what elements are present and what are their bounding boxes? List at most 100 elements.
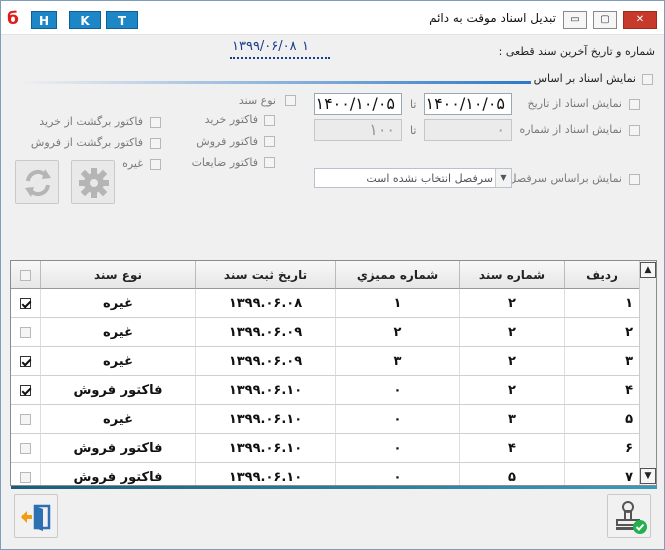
hotkey-t-button[interactable]: T: [106, 11, 138, 29]
waste-invoice-label: فاکتور ضایعات: [191, 156, 258, 169]
table-cell-doc-no[interactable]: ۵: [460, 463, 565, 485]
sales-return-checkbox[interactable]: [150, 138, 161, 149]
row-select-checkbox[interactable]: [20, 472, 31, 483]
table-cell-date[interactable]: ۱۳۹۹.۰۶.۰۸: [196, 289, 336, 318]
approve-stamp-button[interactable]: [607, 494, 651, 538]
table-cell-type[interactable]: فاکتور فروش: [41, 463, 196, 485]
chevron-down-icon[interactable]: ▼: [495, 169, 511, 187]
row-select-checkbox[interactable]: [20, 356, 31, 367]
last-doc-underline: [230, 57, 330, 59]
table-cell-select: [11, 376, 41, 405]
from-date-label: نمایش اسناد از تاریخ: [527, 97, 622, 110]
table-cell-type[interactable]: غیره: [41, 405, 196, 434]
scroll-up-icon[interactable]: ▲: [640, 262, 656, 278]
select-all-header: [11, 261, 41, 289]
hotkey-h-button[interactable]: H: [31, 11, 57, 29]
row-select-checkbox[interactable]: [20, 414, 31, 425]
doc-type-checkbox[interactable]: [285, 95, 296, 106]
header-filter-checkbox[interactable]: [629, 174, 640, 185]
row-select-checkbox[interactable]: [20, 298, 31, 309]
col-header-docno[interactable]: شماره سند: [460, 261, 565, 289]
table-cell-row[interactable]: ۵: [565, 405, 640, 434]
purchase-return-checkbox[interactable]: [150, 117, 161, 128]
refresh-button[interactable]: [15, 160, 59, 204]
table-cell-type[interactable]: فاکتور فروش: [41, 376, 196, 405]
table-cell-audit-no[interactable]: ۲: [336, 318, 460, 347]
table-cell-row[interactable]: ۴: [565, 376, 640, 405]
table-cell-doc-no[interactable]: ۲: [460, 347, 565, 376]
table-cell-doc-no[interactable]: ۲: [460, 376, 565, 405]
last-doc-date: ۱۳۹۹/۰۶/۰۸: [232, 39, 297, 54]
table-cell-date[interactable]: ۱۳۹۹.۰۶.۱۰: [196, 434, 336, 463]
table-cell-date[interactable]: ۱۳۹۹.۰۶.۱۰: [196, 376, 336, 405]
other-type-checkbox[interactable]: [150, 159, 161, 170]
col-header-date[interactable]: تاریخ ثبت سند: [196, 261, 336, 289]
from-number-checkbox[interactable]: [629, 125, 640, 136]
stamp-check-icon: [616, 501, 647, 534]
table-cell-doc-no[interactable]: ۳: [460, 405, 565, 434]
table-cell-type[interactable]: غیره: [41, 318, 196, 347]
exit-button[interactable]: [14, 494, 58, 538]
table-cell-select: [11, 405, 41, 434]
select-all-checkbox[interactable]: [20, 270, 31, 281]
number-to-label: تا: [410, 124, 417, 137]
date-to-input[interactable]: ۱۴۰۰/۱۰/۰۵: [314, 93, 402, 115]
purchase-return-label: فاکتور برگشت از خرید: [39, 115, 143, 128]
number-to-input[interactable]: ۱۰۰: [314, 119, 402, 141]
table-cell-audit-no[interactable]: ۰: [336, 463, 460, 485]
documents-table: نوع سند تاریخ ثبت سند شماره مميزي شماره …: [10, 260, 657, 486]
sales-invoice-label: فاکتور فروش: [196, 135, 258, 148]
header-select[interactable]: سرفصل انتخاب نشده است ▼: [314, 168, 512, 188]
table-cell-date[interactable]: ۱۳۹۹.۰۶.۱۰: [196, 463, 336, 485]
doc-type-label: نوع سند: [238, 94, 276, 107]
close-button[interactable]: ✕: [623, 11, 657, 29]
sales-invoice-checkbox[interactable]: [264, 136, 275, 147]
table-cell-row[interactable]: ۱: [565, 289, 640, 318]
header-filter-label: نمایش براساس سرفصل: [508, 172, 622, 185]
number-from-input[interactable]: ۰: [424, 119, 512, 141]
hotkey-k-button[interactable]: K: [69, 11, 101, 29]
table-cell-audit-no[interactable]: ۰: [336, 434, 460, 463]
settings-button[interactable]: [71, 160, 115, 204]
table-cell-select: [11, 463, 41, 485]
table-cell-audit-no[interactable]: ۳: [336, 347, 460, 376]
last-doc-number: ۱: [302, 39, 309, 54]
table-cell-select: [11, 434, 41, 463]
table-cell-row[interactable]: ۶: [565, 434, 640, 463]
col-header-row[interactable]: ردیف: [565, 261, 640, 289]
table-cell-type[interactable]: فاکتور فروش: [41, 434, 196, 463]
table-cell-date[interactable]: ۱۳۹۹.۰۶.۱۰: [196, 405, 336, 434]
table-cell-select: [11, 318, 41, 347]
table-cell-row[interactable]: ۷: [565, 463, 640, 485]
col-header-type[interactable]: نوع سند: [41, 261, 196, 289]
waste-invoice-checkbox[interactable]: [264, 157, 275, 168]
table-cell-audit-no[interactable]: ۰: [336, 376, 460, 405]
table-cell-row[interactable]: ۳: [565, 347, 640, 376]
row-select-checkbox[interactable]: [20, 443, 31, 454]
table-cell-audit-no[interactable]: ۰: [336, 405, 460, 434]
table-cell-date[interactable]: ۱۳۹۹.۰۶.۰۹: [196, 347, 336, 376]
row-select-checkbox[interactable]: [20, 385, 31, 396]
table-cell-doc-no[interactable]: ۲: [460, 318, 565, 347]
row-select-checkbox[interactable]: [20, 327, 31, 338]
table-cell-doc-no[interactable]: ۲: [460, 289, 565, 318]
show-by-checkbox[interactable]: [642, 74, 653, 85]
minimize-button[interactable]: ▭: [563, 11, 587, 29]
table-cell-date[interactable]: ۱۳۹۹.۰۶.۰۹: [196, 318, 336, 347]
sales-return-label: فاکتور برگشت از فروش: [30, 136, 143, 149]
from-date-checkbox[interactable]: [629, 99, 640, 110]
table-cell-doc-no[interactable]: ۴: [460, 434, 565, 463]
table-cell-type[interactable]: غیره: [41, 289, 196, 318]
separator-line: [19, 81, 531, 84]
scroll-down-icon[interactable]: ▼: [640, 468, 656, 484]
table-cell-audit-no[interactable]: ۱: [336, 289, 460, 318]
show-by-label: نمایش اسناد بر اساس: [533, 72, 636, 85]
date-from-input[interactable]: ۱۴۰۰/۱۰/۰۵: [424, 93, 512, 115]
table-cell-row[interactable]: ۲: [565, 318, 640, 347]
maximize-button[interactable]: ▢: [593, 11, 617, 29]
col-header-audit[interactable]: شماره مميزي: [336, 261, 460, 289]
table-cell-type[interactable]: غیره: [41, 347, 196, 376]
purchase-invoice-checkbox[interactable]: [264, 115, 275, 126]
window-title: تبدیل اسناد موقت به دائم: [429, 11, 556, 25]
vertical-scrollbar[interactable]: ▲ ▼: [639, 261, 656, 485]
